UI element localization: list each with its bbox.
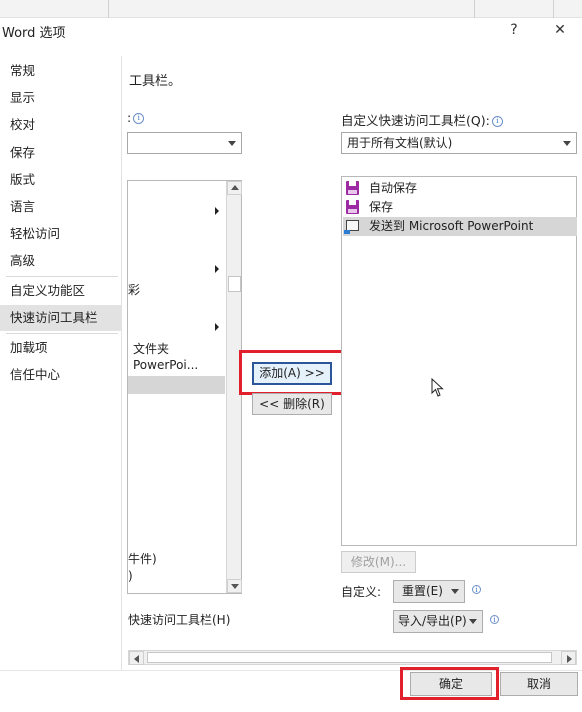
show-below-ribbon-label[interactable]: 快速访问工具栏(H)	[128, 611, 230, 628]
strip-divider	[108, 0, 109, 18]
background-window-strip	[0, 0, 582, 18]
sidebar-item-display[interactable]: 显示	[0, 85, 122, 111]
sidebar-item-general[interactable]: 常规	[0, 58, 122, 84]
toolbar-scope-dropdown[interactable]: 用于所有文档(默认)	[341, 132, 577, 154]
sidebar-item-addins[interactable]: 加载项	[0, 335, 122, 361]
save-icon	[346, 181, 359, 195]
chevron-down-icon	[228, 141, 236, 146]
scroll-left-button[interactable]	[129, 651, 144, 665]
list-item[interactable]: 保存	[343, 198, 577, 217]
label-text: :	[127, 110, 132, 125]
label-text: 自定义快速访问工具栏(Q):	[341, 113, 490, 128]
chevron-down-icon	[451, 589, 459, 594]
import-export-button[interactable]: 导入/导出(P)	[393, 610, 483, 633]
options-sidebar: 常规 显示 校对 保存 版式 语言 轻松访问 高级 自定义功能区 快速访问工具栏…	[0, 56, 122, 670]
quick-access-list[interactable]: 自动保存 保存 发送到 Microsoft PowerPoint	[341, 176, 577, 546]
arrow-up-icon	[231, 185, 239, 190]
mouse-cursor-icon	[431, 378, 444, 397]
submenu-arrow-icon	[215, 265, 219, 273]
sidebar-item-layout[interactable]: 版式	[0, 167, 122, 193]
list-item-label: 自动保存	[369, 181, 418, 195]
sidebar-item-quick-access-toolbar[interactable]: 快速访问工具栏	[0, 305, 122, 331]
chevron-down-icon	[563, 141, 571, 146]
cancel-button[interactable]: 取消	[500, 672, 578, 696]
horizontal-scrollbar[interactable]	[128, 650, 577, 665]
customize-toolbar-label: 自定义快速访问工具栏(Q): i	[341, 110, 503, 129]
list-item[interactable]: 发送到 Microsoft PowerPoint	[343, 217, 577, 236]
sidebar-item-save[interactable]: 保存	[0, 140, 122, 166]
list-item-label: 保存	[369, 200, 394, 214]
scroll-down-button[interactable]	[227, 579, 242, 593]
scrollbar-thumb[interactable]	[147, 652, 552, 663]
sidebar-item-advanced[interactable]: 高级	[0, 248, 122, 274]
info-icon: i	[133, 113, 145, 124]
section-heading: 工具栏。	[129, 74, 182, 89]
selected-list-row[interactable]	[128, 376, 225, 394]
customize-label: 自定义:	[341, 585, 382, 599]
scroll-right-button[interactable]	[561, 651, 576, 665]
scrollbar-thumb[interactable]	[228, 276, 241, 292]
ok-button[interactable]: 确定	[410, 672, 492, 696]
strip-divider	[474, 0, 475, 18]
list-item[interactable]: 自动保存	[343, 179, 577, 198]
sidebar-divider	[6, 333, 118, 334]
sidebar-item-customize-ribbon[interactable]: 自定义功能区	[0, 278, 122, 304]
close-icon[interactable]: ✕	[550, 22, 570, 38]
list-item[interactable]: 牛件)	[128, 550, 157, 567]
modify-button[interactable]: 修改(M)...	[341, 551, 416, 573]
submenu-arrow-icon	[215, 323, 219, 331]
submenu-arrow-icon	[215, 207, 219, 215]
reset-button[interactable]: 重置(E)	[393, 580, 465, 603]
list-item[interactable]: 文件夹	[133, 340, 169, 357]
list-item[interactable]: PowerPoi...	[133, 358, 198, 372]
sidebar-item-proofing[interactable]: 校对	[0, 112, 122, 138]
send-to-powerpoint-icon	[344, 220, 359, 234]
commands-list[interactable]: 彩 文件夹 PowerPoi... 牛件) )	[127, 180, 242, 594]
info-icon: i	[472, 585, 481, 594]
list-item[interactable]: )	[128, 569, 133, 583]
add-button[interactable]: 添加(A) >>	[252, 362, 332, 385]
dropdown-value: 用于所有文档(默认)	[347, 136, 453, 150]
scroll-up-button[interactable]	[227, 181, 242, 195]
chevron-down-icon	[469, 619, 477, 624]
info-icon: i	[491, 116, 503, 127]
remove-button[interactable]: << 删除(R)	[252, 393, 332, 415]
save-icon	[346, 200, 359, 214]
list-item-label: 发送到 Microsoft PowerPoint	[369, 219, 534, 233]
strip-divider	[553, 0, 554, 18]
sidebar-item-accessibility[interactable]: 轻松访问	[0, 221, 122, 247]
info-icon: i	[490, 615, 499, 624]
choose-commands-label: :i	[127, 110, 145, 125]
choose-commands-dropdown[interactable]	[127, 132, 242, 154]
arrow-left-icon	[134, 655, 139, 663]
list-item[interactable]: 彩	[128, 281, 140, 298]
help-button[interactable]: ?	[504, 22, 524, 38]
sidebar-item-language[interactable]: 语言	[0, 194, 122, 220]
arrow-right-icon	[567, 655, 572, 663]
dialog-title: Word 选项	[2, 26, 66, 41]
reset-label: 重置(E)	[402, 584, 443, 598]
sidebar-divider	[6, 276, 118, 277]
arrow-down-icon	[231, 584, 239, 589]
import-export-label: 导入/导出(P)	[398, 614, 467, 628]
sidebar-item-trust-center[interactable]: 信任中心	[0, 362, 122, 388]
